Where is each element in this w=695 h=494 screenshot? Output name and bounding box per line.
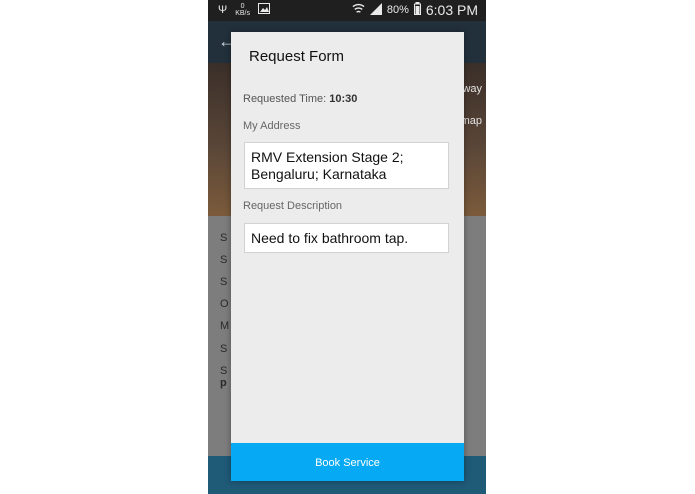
kbs-unit: KB/s [235,10,250,17]
battery-level: 80% [386,4,409,16]
wifi-icon [352,2,365,18]
battery-icon [413,2,421,18]
clock: 6:03 PM [425,2,478,18]
address-label: My Address [243,120,301,132]
list-item: S [220,232,228,244]
usb-icon: Ψ [218,4,228,16]
requested-time-value: 10:30 [329,93,358,105]
description-field[interactable]: Need to fix bathroom tap. [244,223,449,253]
list-item: O [220,298,229,310]
list-item: M [220,320,230,332]
book-service-button[interactable]: Book Service [231,443,464,481]
requested-time: Requested Time: 10:30 [243,93,357,105]
requested-time-label: Requested Time: [243,93,327,105]
list-item: p [220,377,227,389]
list-item: S [220,365,228,377]
list-item: S [220,343,228,355]
signal-icon [369,2,382,18]
list-item: S [220,276,228,288]
address-field[interactable]: RMV Extension Stage 2; Bengaluru; Karnat… [244,142,449,189]
request-form-dialog: Request Form Requested Time: 10:30 My Ad… [231,32,464,481]
image-icon [258,3,270,17]
network-speed: 0 KB/s [235,3,250,17]
list-item: S [220,254,228,266]
status-bar: Ψ 0 KB/s 80% 6:03 PM [208,0,486,21]
description-label: Request Description [243,200,343,212]
hero-link-1[interactable]: way [462,83,482,95]
kbs-value: 0 [240,3,245,10]
dialog-title: Request Form [249,48,345,65]
